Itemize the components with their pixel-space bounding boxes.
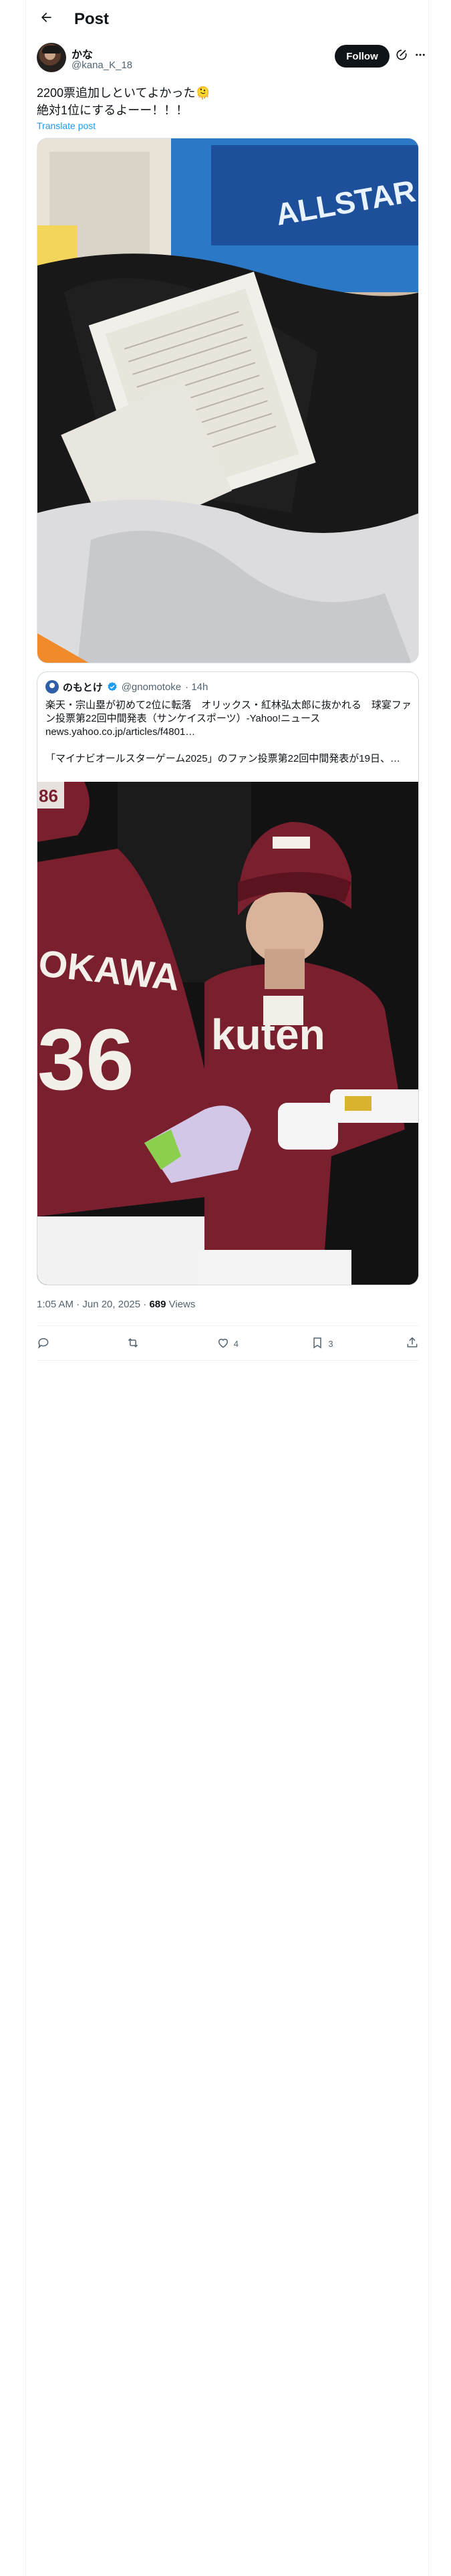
grok-icon xyxy=(396,49,408,64)
quoted-handle: @gnomotoke xyxy=(121,681,182,693)
views-label: Views xyxy=(166,1299,196,1310)
page-title: Post xyxy=(74,10,110,28)
quoted-image[interactable]: 86 OKAWA 36 kuten xyxy=(37,782,418,1285)
heart-icon xyxy=(216,1336,230,1352)
bookmark-button[interactable]: 3 xyxy=(311,1333,333,1354)
reply-icon xyxy=(37,1336,50,1352)
view-count: 689 xyxy=(149,1299,166,1310)
verified-badge-icon xyxy=(107,681,118,692)
quoted-post-header: のもとけ @gnomotoke · 14h xyxy=(45,680,208,693)
author-handle[interactable]: @kana_K_18 xyxy=(71,60,132,71)
quoted-display-name: のもとけ xyxy=(63,681,103,693)
svg-text:86: 86 xyxy=(39,786,58,806)
arrow-left-icon xyxy=(39,11,53,27)
quoted-text: 楽天・宗山塁が初めて2位に転落 オリックス・紅林弘太郎に抜かれる 球宴ファン投票… xyxy=(45,700,412,764)
follow-button[interactable]: Follow xyxy=(335,45,390,68)
back-button[interactable] xyxy=(35,8,57,29)
quoted-time: · 14h xyxy=(185,681,208,693)
share-button[interactable] xyxy=(406,1333,419,1354)
bookmark-icon xyxy=(311,1336,324,1352)
like-count: 4 xyxy=(233,1338,239,1349)
divider xyxy=(37,1360,419,1361)
post-column: Post かな @kana_K_18 Follow 2200票追加しといてよかっ… xyxy=(25,0,429,2576)
timestamp-separator: · xyxy=(140,1299,150,1310)
translate-post-link[interactable]: Translate post xyxy=(37,120,96,131)
quoted-post[interactable]: のもとけ @gnomotoke · 14h 楽天・宗山塁が初めて2位に転落 オリ… xyxy=(37,671,419,1285)
svg-text:36: 36 xyxy=(37,1010,134,1108)
repost-icon xyxy=(126,1336,140,1352)
bookmark-count: 3 xyxy=(328,1338,333,1349)
more-icon xyxy=(414,49,426,64)
grok-button[interactable] xyxy=(394,48,410,64)
post-author: かな @kana_K_18 Follow xyxy=(26,43,430,78)
repost-button[interactable] xyxy=(126,1333,144,1354)
like-button[interactable]: 4 xyxy=(216,1333,239,1354)
reply-button[interactable] xyxy=(37,1333,54,1354)
post-timestamp[interactable]: 1:05 AM · Jun 20, 2025 · 689 Views xyxy=(37,1299,195,1310)
more-button[interactable] xyxy=(412,48,428,64)
post-image[interactable]: ALLSTAR xyxy=(37,138,419,663)
quoted-avatar xyxy=(45,680,59,693)
share-icon xyxy=(406,1336,419,1352)
photo-bag-with-tickets: ALLSTAR xyxy=(37,138,418,663)
header: Post xyxy=(26,0,430,37)
post-text: 2200票追加しといてよかった🫠 絶対1位にするよーー！！！ xyxy=(37,86,210,117)
post-time[interactable]: 1:05 AM · Jun 20, 2025 xyxy=(37,1299,140,1310)
avatar[interactable] xyxy=(37,43,66,72)
action-bar: 4 3 xyxy=(37,1333,419,1354)
photo-baseball-players: 86 OKAWA 36 kuten xyxy=(37,782,418,1285)
divider xyxy=(37,1325,419,1326)
